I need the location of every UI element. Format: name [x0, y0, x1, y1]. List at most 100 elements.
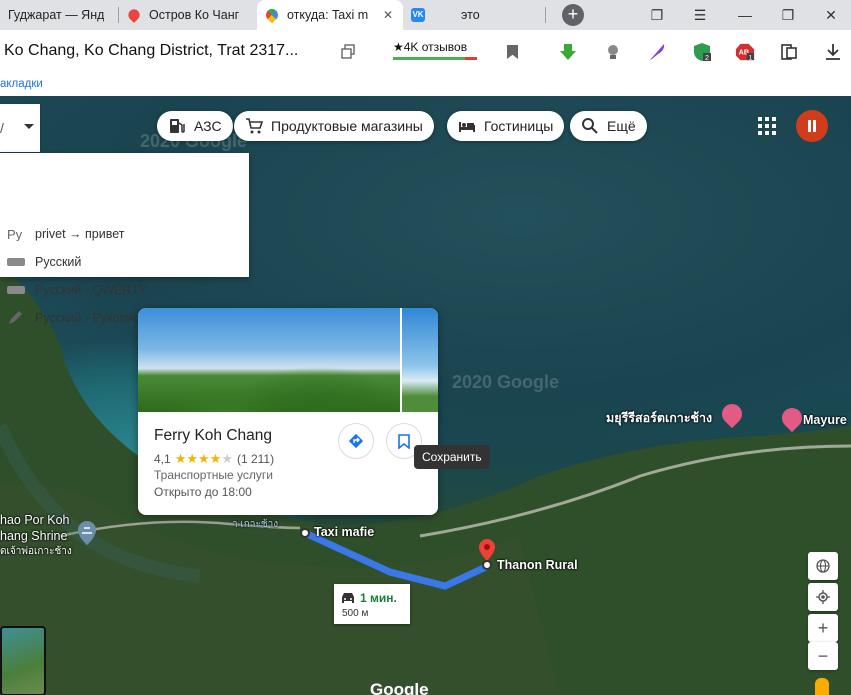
adblock-extension-icon[interactable]: AB 1: [735, 42, 755, 62]
chip-label: Продуктовые магазины: [271, 118, 423, 134]
map-canvas[interactable]: 2020 Google 2020 Google / АЗС Продуктовы…: [0, 96, 851, 695]
chip-gas-stations[interactable]: АЗС: [157, 111, 233, 141]
address-field[interactable]: Ko Chang, Ko Chang District, Trat 2317..…: [4, 42, 298, 60]
window-close-icon[interactable]: ✕: [811, 0, 851, 30]
map-label-shrine-2[interactable]: hang Shrine: [0, 529, 67, 543]
menu-icon[interactable]: ☰: [680, 0, 720, 30]
globe-view-button[interactable]: [808, 552, 838, 580]
address-bar: Ko Chang, Ko Chang District, Trat 2317..…: [0, 30, 851, 74]
extensions-puzzle-icon[interactable]: [779, 42, 799, 62]
ime-item-transliteration[interactable]: Pу privet → привет: [0, 220, 249, 248]
tab-yandex[interactable]: Гуджарат — Янд: [0, 0, 118, 30]
tab-title: откуда: Taxi m: [287, 8, 369, 22]
copy-icon[interactable]: [340, 44, 356, 60]
pause-recording-button[interactable]: [796, 110, 828, 142]
svg-text:2: 2: [705, 55, 709, 62]
tab-title: Остров Ко Чанг: [149, 8, 240, 22]
directions-button[interactable]: [338, 423, 374, 459]
chip-label: АЗС: [194, 118, 222, 134]
map-label-shrine-thai[interactable]: ดเจ้าพ่อเกาะช้าง: [0, 544, 72, 559]
tab-vk[interactable]: VK это: [403, 0, 545, 30]
map-label-mayure[interactable]: Mayure: [803, 413, 847, 427]
ime-item-russian[interactable]: Русский: [0, 248, 249, 276]
chevron-down-icon: [24, 124, 34, 134]
tab-title: это: [461, 8, 480, 22]
cart-icon: [246, 118, 263, 134]
apps-grid-icon[interactable]: [758, 117, 776, 135]
chip-hotels[interactable]: Гостиницы: [447, 111, 565, 141]
bookmarks-link[interactable]: акладки: [0, 78, 43, 90]
zoom-in-button[interactable]: +: [808, 614, 838, 642]
ime-item-russian-qwerty[interactable]: Русский - QWERTY: [0, 276, 249, 304]
tab-divider: [545, 7, 546, 23]
chip-label: Гостиницы: [484, 118, 554, 134]
map-pin-icon: [126, 7, 142, 23]
map-label-resort[interactable]: มยุรีรีสอร์ตเกาะช้าง: [606, 408, 712, 428]
route-duration: 1 мин.: [360, 591, 397, 605]
close-icon[interactable]: ✕: [383, 8, 393, 22]
my-location-button[interactable]: [808, 583, 838, 611]
new-tab-button[interactable]: +: [562, 4, 584, 26]
rating-stars: ★★★★★: [174, 451, 233, 466]
chip-label: Ещё: [607, 118, 636, 134]
bed-icon: [459, 122, 475, 132]
reviews-badge[interactable]: ★4K отзывов: [393, 40, 467, 54]
pencil-icon: [9, 311, 22, 324]
ime-item-label: Русский: [35, 255, 82, 269]
place-photo-next[interactable]: [402, 308, 438, 412]
place-card[interactable]: Ferry Koh Chang 4,1 ★★★★★ (1 211) Трансп…: [138, 308, 438, 515]
globe-icon: [816, 559, 830, 573]
tab-ko-chang[interactable]: Остров Ко Чанг: [119, 0, 257, 30]
bookmark-icon: [398, 434, 410, 449]
map-label-shrine-1[interactable]: hao Por Koh: [0, 513, 70, 527]
gas-station-icon: [170, 119, 185, 133]
shield-extension-icon[interactable]: 2: [692, 42, 712, 62]
shrine-pin-icon[interactable]: [77, 521, 97, 545]
route-distance: 500 м: [342, 608, 369, 619]
place-photo[interactable]: [138, 308, 400, 412]
vk-icon: VK: [411, 8, 425, 22]
chip-more[interactable]: Ещё: [570, 111, 647, 141]
tab-google-maps[interactable]: откуда: Taxi m ✕: [257, 0, 403, 30]
restore-icon[interactable]: ❐: [768, 0, 808, 30]
svg-text:Pу: Pу: [7, 227, 23, 241]
route-start-point[interactable]: [300, 528, 310, 538]
review-count[interactable]: (1 211): [237, 452, 274, 466]
chip-grocery[interactable]: Продуктовые магазины: [234, 111, 434, 141]
map-label-taxi[interactable]: Taxi mafie: [314, 525, 374, 539]
route-end-point[interactable]: [482, 560, 492, 570]
keyboard-icon: [7, 258, 25, 266]
tab-title: Гуджарат — Янд: [8, 8, 105, 22]
keyboard-icon: [7, 286, 25, 294]
feather-extension-icon[interactable]: [647, 42, 667, 62]
tab-bar: Гуджарат — Янд Остров Ко Чанг откуда: Ta…: [0, 0, 851, 30]
place-rating: 4,1 ★★★★★ (1 211): [154, 451, 274, 467]
layers-minimap-button[interactable]: [0, 626, 46, 695]
map-watermark: 2020 Google: [452, 372, 560, 392]
map-label-thanon[interactable]: Thanon Rural: [497, 558, 578, 572]
tabs-overview-icon[interactable]: ❐: [637, 0, 677, 30]
input-method-menu: Pу privet → привет Русский Русский - QWE…: [0, 153, 249, 325]
pegman-icon[interactable]: [815, 678, 829, 695]
input-tools-toggle[interactable]: /: [0, 104, 40, 152]
download-icon[interactable]: [823, 42, 843, 62]
location-target-icon: [816, 590, 830, 604]
input-tools-icon: /: [0, 120, 4, 136]
google-logo: Google: [370, 680, 429, 695]
save-tooltip: Сохранить: [414, 445, 490, 469]
download-arrow-extension-icon[interactable]: [558, 42, 578, 62]
lightbulb-extension-icon[interactable]: [603, 42, 623, 62]
directions-icon: [348, 433, 364, 449]
minimize-icon[interactable]: —: [725, 0, 765, 30]
map-label-small[interactable]: า เกาะช้าง: [232, 517, 278, 532]
rating-value: 4,1: [154, 452, 171, 466]
zoom-out-button[interactable]: −: [808, 642, 838, 670]
car-icon: [342, 593, 354, 603]
ime-item-label: privet → привет: [35, 227, 125, 241]
bookmark-icon[interactable]: [507, 45, 518, 59]
reviews-rating-bar: [393, 57, 477, 60]
search-icon: [582, 118, 598, 134]
route-info-box[interactable]: 1 мин. 500 м: [334, 584, 410, 624]
place-name[interactable]: Ferry Koh Chang: [154, 427, 272, 445]
transliteration-icon: Pу: [7, 227, 23, 241]
